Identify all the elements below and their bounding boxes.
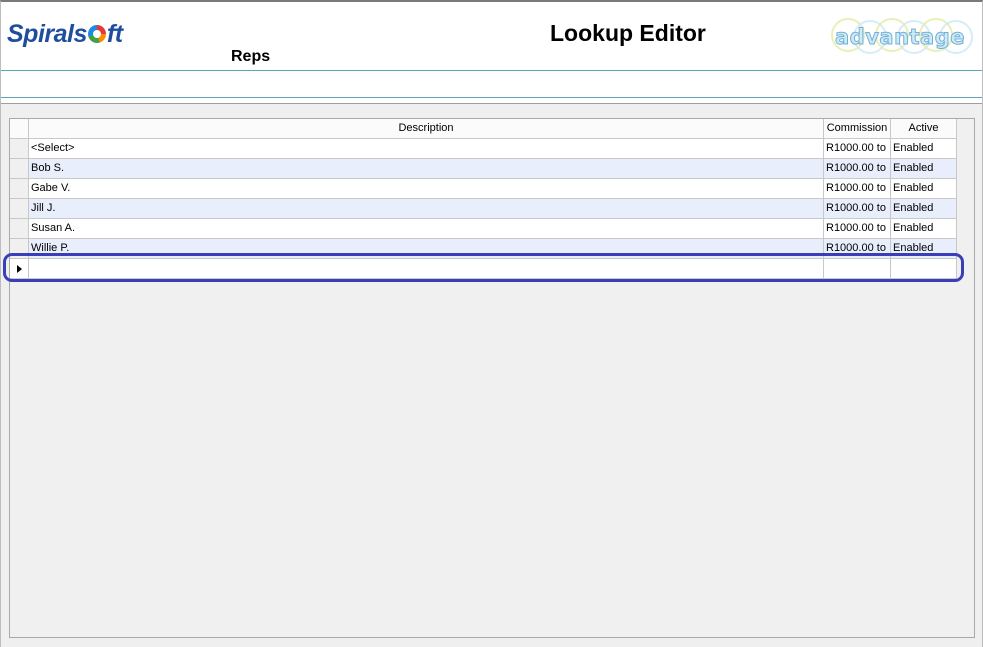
commission-cell[interactable]: R1000.00 to — [824, 239, 891, 259]
row-header-corner — [10, 119, 29, 139]
advantage-logo: advantage — [831, 14, 973, 60]
grid-header-row: Description Commission Active — [10, 119, 957, 139]
table-row[interactable]: Bob S. R1000.00 to Enabled — [10, 159, 957, 179]
column-header-active[interactable]: Active — [891, 119, 957, 139]
table-row[interactable]: Willie P. R1000.00 to Enabled — [10, 239, 957, 259]
spiral-o-icon — [87, 25, 106, 43]
column-header-commission[interactable]: Commission — [824, 119, 891, 139]
active-cell[interactable]: Enabled — [891, 179, 957, 199]
description-cell[interactable]: Susan A. — [29, 219, 824, 239]
row-selector[interactable] — [10, 159, 29, 179]
new-description-cell[interactable] — [29, 259, 824, 279]
table-row[interactable]: Gabe V. R1000.00 to Enabled — [10, 179, 957, 199]
new-row[interactable] — [10, 259, 957, 279]
description-cell[interactable]: <Select> — [29, 139, 824, 159]
table-row[interactable]: <Select> R1000.00 to Enabled — [10, 139, 957, 159]
lookup-name: Reps — [231, 48, 271, 65]
active-cell[interactable]: Enabled — [891, 219, 957, 239]
table-row[interactable]: Susan A. R1000.00 to Enabled — [10, 219, 957, 239]
commission-cell[interactable]: R1000.00 to — [824, 159, 891, 179]
description-cell[interactable]: Jill J. — [29, 199, 824, 219]
active-cell[interactable]: Enabled — [891, 239, 957, 259]
description-cell[interactable]: Bob S. — [29, 159, 824, 179]
spiralsoft-logo-text-a: Spirals — [7, 20, 87, 48]
row-selector[interactable] — [10, 239, 29, 259]
commission-cell[interactable]: R1000.00 to — [824, 139, 891, 159]
lookup-grid[interactable]: Description Commission Active <Select> R… — [9, 118, 975, 638]
description-cell[interactable]: Gabe V. — [29, 179, 824, 199]
row-selector[interactable] — [10, 219, 29, 239]
commission-cell[interactable]: R1000.00 to — [824, 179, 891, 199]
toolbar-divider — [1, 97, 982, 98]
active-cell[interactable]: Enabled — [891, 159, 957, 179]
row-selector[interactable] — [10, 199, 29, 219]
lookup-editor-window: Spirals ft Lookup Editor Reps advantage D… — [0, 0, 983, 647]
page-header: Spirals ft Lookup Editor Reps advantage — [1, 2, 982, 70]
active-cell[interactable]: Enabled — [891, 139, 957, 159]
spiralsoft-logo-text-b: ft — [106, 20, 123, 48]
commission-cell[interactable]: R1000.00 to — [824, 219, 891, 239]
column-header-description[interactable]: Description — [29, 119, 824, 139]
content-area: Description Commission Active <Select> R… — [1, 103, 982, 647]
row-selector[interactable] — [10, 179, 29, 199]
row-pointer-icon — [17, 265, 22, 273]
new-commission-cell[interactable] — [824, 259, 891, 279]
row-selector[interactable] — [10, 139, 29, 159]
description-cell[interactable]: Willie P. — [29, 239, 824, 259]
table-row[interactable]: Jill J. R1000.00 to Enabled — [10, 199, 957, 219]
new-active-cell[interactable] — [891, 259, 957, 279]
commission-cell[interactable]: R1000.00 to — [824, 199, 891, 219]
page-title: Lookup Editor — [550, 20, 706, 46]
spiralsoft-logo: Spirals ft — [7, 20, 123, 49]
row-selector-current[interactable] — [10, 259, 29, 279]
header-divider — [1, 70, 982, 71]
active-cell[interactable]: Enabled — [891, 199, 957, 219]
advantage-logo-text: advantage — [835, 25, 966, 50]
